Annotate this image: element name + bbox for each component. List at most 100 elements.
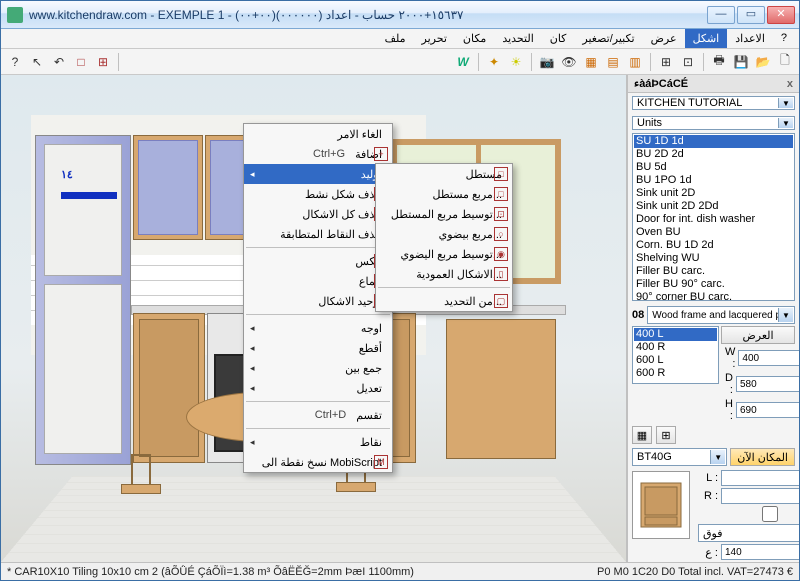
chevron-down-icon[interactable]: ▼ — [778, 118, 793, 128]
tool-eye-icon[interactable]: 👁 — [559, 52, 579, 72]
menu-row[interactable]: ↔عكس — [244, 251, 392, 271]
tool-help-icon[interactable]: ? — [5, 52, 25, 72]
list-item[interactable]: BU 1PO 1d — [634, 174, 793, 187]
list-item[interactable]: 400 R — [634, 341, 717, 354]
menu-row[interactable]: حذف النقاط المتطابقة — [244, 224, 392, 244]
model-combo[interactable]: BT40G▼ — [632, 448, 727, 466]
menu-item[interactable]: عرض — [643, 29, 685, 48]
l-input[interactable] — [721, 470, 799, 486]
tool-viewelev-icon[interactable]: ▤ — [603, 52, 623, 72]
menu-row[interactable]: توليد◂ — [244, 164, 392, 184]
menu-row[interactable]: □مستطل — [376, 164, 512, 184]
maximize-button[interactable]: ▭ — [737, 6, 765, 24]
tool-undo-icon[interactable]: ↶ — [49, 52, 69, 72]
size-list[interactable]: 400 L400 R600 L600 R — [632, 326, 719, 384]
tool-light-icon[interactable]: ☀ — [506, 52, 526, 72]
menu-row[interactable]: ◉...توسيط مربع اليضوي — [376, 244, 512, 264]
menubar: ?الاعداداشكلعرضتكبير/تصغيركانالتحديدمكان… — [1, 29, 799, 49]
menu-item[interactable]: تكبير/تصغير — [574, 29, 642, 48]
menu-row[interactable]: جمع بين◂ — [244, 358, 392, 378]
catalog-panel: ءàáÞCáCÉ x KITCHEN TUTORIAL▼ Units▼ SU 1… — [627, 75, 799, 562]
finish-combo[interactable]: Wood frame and lacquered par▼ — [647, 306, 795, 324]
r-input[interactable] — [721, 488, 799, 504]
list-item[interactable]: SU 1D 1d — [634, 135, 793, 148]
tool-pointer-icon[interactable]: ↖ — [27, 52, 47, 72]
menu-row[interactable]: ⊞جماع — [244, 271, 392, 291]
list-item[interactable]: Sink unit 2D — [634, 187, 793, 200]
menu-row[interactable]: ▯...الاشكال العمودية — [376, 264, 512, 284]
item-list[interactable]: SU 1D 1dBU 2D 2dBU 5dBU 1PO 1dSink unit … — [632, 133, 795, 301]
menu-row[interactable]: تعديل◂ — [244, 378, 392, 398]
menu-row[interactable]: □...مربع مستطل — [376, 184, 512, 204]
panel-close-icon[interactable]: x — [787, 78, 793, 90]
generate-submenu[interactable]: □مستطل□...مربع مستطل⊡...توسيط مربع المست… — [375, 163, 513, 312]
list-item[interactable]: 600 R — [634, 367, 717, 380]
tool-shape-icon[interactable]: ⊞ — [93, 52, 113, 72]
3d-viewport[interactable]: ١٤ الغاء الامر+اضافةCtrl+Gتوليد◂×حذف شكل… — [1, 75, 627, 562]
sink-unit — [446, 309, 556, 459]
menu-item[interactable]: ملف — [377, 29, 414, 48]
list-item[interactable]: Filler BU 90° carc. — [634, 278, 793, 291]
section-combo[interactable]: Units▼ — [632, 116, 795, 130]
tool-w-icon[interactable]: W — [453, 52, 473, 72]
menu-item[interactable]: اشكل — [685, 29, 728, 48]
open-checkbox[interactable] — [698, 506, 799, 522]
list-item[interactable]: Door for int. dish washer — [634, 213, 793, 226]
icon-btn2[interactable]: ⊞ — [656, 426, 676, 444]
list-item[interactable]: BU 2D 2d — [634, 148, 793, 161]
menu-row[interactable]: +اضافةCtrl+G — [244, 144, 392, 164]
tool-camera-icon[interactable]: 📷 — [537, 52, 557, 72]
list-item[interactable]: Filler BU carc. — [634, 265, 793, 278]
list-item[interactable]: Sink unit 2D 2Dd — [634, 200, 793, 213]
catalog-combo[interactable]: KITCHEN TUTORIAL▼ — [632, 96, 795, 110]
menu-item[interactable]: تحرير — [414, 29, 455, 48]
tool-grid2-icon[interactable]: ⊡ — [678, 52, 698, 72]
menu-row[interactable]: الغاء الامر — [244, 124, 392, 144]
menu-row[interactable]: ▢...من التحديد — [376, 291, 512, 311]
menu-row[interactable]: ⊡...توسيط مربع المستطل — [376, 204, 512, 224]
menu-row[interactable]: نقاط◂ — [244, 432, 392, 452]
list-item[interactable]: Oven BU — [634, 226, 793, 239]
menu-row[interactable]: تقسمCtrl+D — [244, 405, 392, 425]
menu-row[interactable]: ×حذف كل الاشكال — [244, 204, 392, 224]
item-thumbnail — [632, 471, 690, 539]
menu-row[interactable]: ○...مربع بيضوي — [376, 224, 512, 244]
minimize-button[interactable]: — — [707, 6, 735, 24]
list-item[interactable]: Shelving WU — [634, 252, 793, 265]
list-item[interactable]: Corn. BU 1D 2d — [634, 239, 793, 252]
shape-menu[interactable]: الغاء الامر+اضافةCtrl+Gتوليد◂×حذف شكل نش… — [243, 123, 393, 473]
menu-item[interactable]: كان — [542, 29, 575, 48]
tool-add-icon[interactable]: □ — [71, 52, 91, 72]
tool-new-icon[interactable]: 🗋 — [775, 52, 795, 72]
list-item[interactable]: 600 L — [634, 354, 717, 367]
width-button[interactable]: العرض — [721, 326, 795, 344]
width-input[interactable] — [738, 350, 799, 366]
tool-open-icon[interactable]: 📂 — [753, 52, 773, 72]
height-input[interactable] — [736, 402, 799, 418]
pos-combo[interactable]: فوق▼ — [698, 524, 799, 542]
menu-row[interactable]: ×حذف شكل نشط — [244, 184, 392, 204]
menu-item[interactable]: الاعداد — [727, 29, 773, 48]
tool-view3d-icon[interactable]: ▦ — [581, 52, 601, 72]
list-item[interactable]: 90° corner BU carc. — [634, 291, 793, 301]
tool-grid1-icon[interactable]: ⊞ — [656, 52, 676, 72]
chevron-down-icon[interactable]: ▼ — [778, 98, 793, 108]
menu-row[interactable]: MMobiScript نسخ نقطة الى — [244, 452, 392, 472]
menu-row[interactable]: اوجه◂ — [244, 318, 392, 338]
depth-input[interactable] — [736, 376, 799, 392]
menu-item[interactable]: التحديد — [494, 29, 541, 48]
menu-item[interactable]: ? — [773, 29, 795, 48]
icon-btn1[interactable]: ▦ — [632, 426, 652, 444]
menu-row[interactable]: □توحيد الاشكال — [244, 291, 392, 311]
list-item[interactable]: 400 L — [634, 328, 717, 341]
alt-input[interactable] — [721, 544, 799, 560]
list-item[interactable]: BU 5d — [634, 161, 793, 174]
tool-print-icon[interactable]: 🖶 — [709, 52, 729, 72]
close-button[interactable]: ✕ — [767, 6, 795, 24]
menu-item[interactable]: مكان — [455, 29, 494, 48]
tool-save-icon[interactable]: 💾 — [731, 52, 751, 72]
tool-viewplan-icon[interactable]: ▥ — [625, 52, 645, 72]
place-button[interactable]: المكان الآن — [730, 448, 795, 466]
tool-plan-icon[interactable]: ✦ — [484, 52, 504, 72]
menu-row[interactable]: أقطع◂ — [244, 338, 392, 358]
